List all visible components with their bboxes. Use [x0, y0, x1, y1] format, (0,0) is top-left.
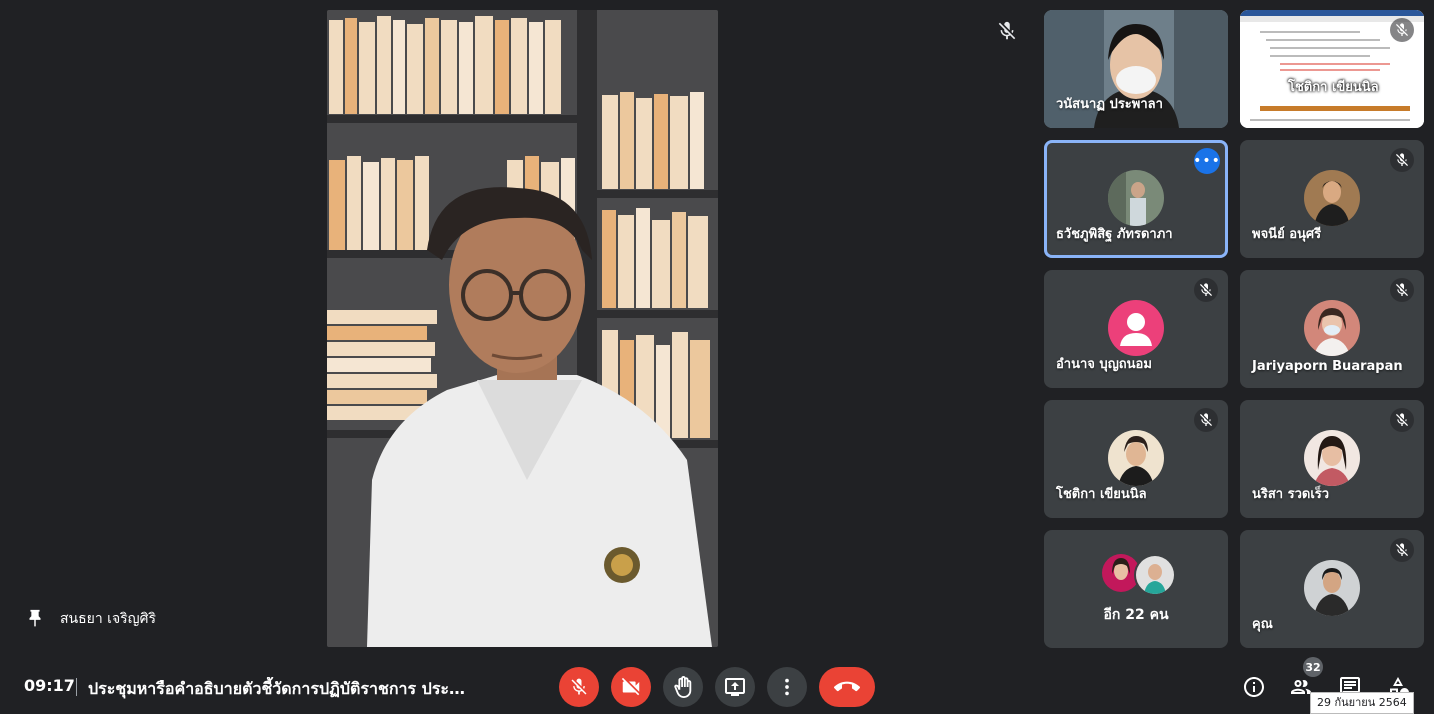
pinned-participant-name: สนธยา เจริญศิริ	[60, 611, 157, 627]
mic-off-icon	[1396, 153, 1408, 166]
muted-indicator	[1390, 18, 1414, 42]
avatar	[1304, 170, 1360, 226]
avatar	[1108, 170, 1164, 226]
more-options-button[interactable]: •••	[1193, 148, 1221, 174]
leave-call-button[interactable]	[819, 667, 875, 707]
mic-off-icon	[1396, 543, 1408, 556]
present-icon	[725, 678, 745, 696]
info-icon	[1244, 677, 1264, 697]
mic-off-icon	[1396, 413, 1408, 426]
pin-icon[interactable]	[24, 608, 46, 630]
participant-name: Jariyaporn Buarapan	[1252, 359, 1403, 374]
camera-toggle-button[interactable]	[611, 667, 651, 707]
muted-indicator	[1390, 408, 1414, 432]
participant-name: คุณ	[1252, 617, 1273, 632]
participant-name: ธวัชภูพิสิฐ ภัทรดาภา	[1056, 227, 1173, 242]
participant-tile-others[interactable]: อีก 22 คน	[1044, 530, 1228, 648]
mic-off-icon	[1200, 413, 1212, 426]
participant-name: วนัสนาฏ ประพาลา	[1056, 97, 1163, 112]
muted-indicator	[1194, 278, 1218, 302]
participant-tile[interactable]: อำนาจ บุญถนอม	[1044, 270, 1228, 388]
mic-off-icon	[571, 678, 587, 695]
mic-off-icon	[998, 21, 1016, 40]
participant-tile[interactable]: Jariyaporn Buarapan	[1240, 270, 1424, 388]
date-tooltip: 29 กันยายน 2564	[1310, 692, 1414, 714]
participant-tile[interactable]: วนัสนาฏ ประพาลา	[1044, 10, 1228, 128]
participant-name: โชติกา เขียนนิล	[1056, 487, 1147, 502]
avatar	[1304, 300, 1360, 356]
meeting-details-button[interactable]	[1241, 674, 1267, 700]
person-icon	[1120, 313, 1152, 346]
screen-share-caption: โชติกา เขียนนิล	[1288, 80, 1379, 95]
avatar	[1304, 560, 1360, 616]
more-icon: •••	[1193, 153, 1221, 169]
participant-tile-screen-share[interactable]: โชติกา เขียนนิล	[1240, 10, 1424, 128]
participant-tile-active[interactable]: ••• ธวัชภูพิสิฐ ภัทรดาภา	[1044, 140, 1228, 258]
more-options-button[interactable]	[767, 667, 807, 707]
mic-off-icon	[1200, 283, 1212, 296]
call-end-icon	[834, 681, 860, 692]
meeting-clock: 09:17	[24, 676, 75, 695]
microphone-toggle-button[interactable]	[559, 667, 599, 707]
avatar	[1108, 300, 1164, 356]
participant-name: พจนีย์ อนุศรี	[1252, 227, 1322, 242]
participants-count-badge: 32	[1303, 657, 1323, 677]
pinned-participant-label: สนธยา เจริญศิริ	[24, 608, 156, 630]
muted-indicator	[1390, 278, 1414, 302]
participant-tile[interactable]: พจนีย์ อนุศรี	[1240, 140, 1424, 258]
participant-tile[interactable]: โชติกา เขียนนิล	[1044, 400, 1228, 518]
more-vert-icon	[785, 678, 789, 696]
main-video[interactable]	[327, 10, 718, 647]
participant-name: อำนาจ บุญถนอม	[1056, 357, 1152, 372]
participant-tile-self[interactable]: คุณ	[1240, 530, 1424, 648]
speaker-figure	[367, 187, 712, 647]
muted-indicator	[1194, 408, 1218, 432]
muted-indicator	[1390, 538, 1414, 562]
avatar	[1134, 554, 1176, 596]
divider	[76, 678, 77, 696]
participant-name: นริสา รวดเร็ว	[1252, 487, 1330, 502]
present-screen-button[interactable]	[715, 667, 755, 707]
avatar	[1108, 430, 1164, 486]
bottom-control-bar: 09:17 ประชุมหารือคำอธิบายตัวชี้วัดการปฏิ…	[0, 657, 1434, 712]
hand-icon	[674, 676, 692, 698]
mic-off-icon	[1396, 23, 1408, 36]
avatar	[1304, 430, 1360, 486]
more-participants-label: อีก 22 คน	[1103, 607, 1169, 623]
meeting-title: ประชุมหารือคำอธิบายตัวชี้วัดการปฏิบัติรา…	[88, 679, 473, 698]
raise-hand-button[interactable]	[663, 667, 703, 707]
mic-off-icon	[1396, 283, 1408, 296]
participant-tile[interactable]: นริสา รวดเร็ว	[1240, 400, 1424, 518]
muted-indicator	[1390, 148, 1414, 172]
videocam-off-icon	[621, 677, 640, 696]
